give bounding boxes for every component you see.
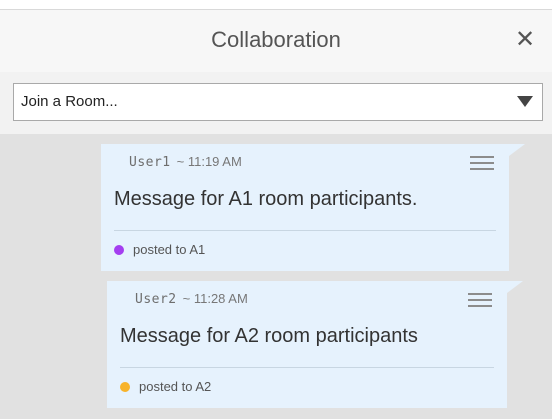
join-room-dropdown[interactable]: Join a Room... — [13, 83, 543, 121]
panel-header: Collaboration ✕ — [0, 10, 552, 72]
message-user: User2 — [135, 292, 177, 307]
menu-icon[interactable] — [468, 293, 492, 309]
message-card: User2 ~ 11:28 AM Message for A2 room part… — [107, 281, 523, 408]
message-time: ~ 11:28 AM — [182, 291, 248, 306]
message-text: Message for A1 room participants. — [114, 188, 418, 210]
message-meta: User2 ~ 11:28 AM — [135, 291, 248, 307]
message-divider — [114, 230, 496, 231]
posted-to-label: posted to A1 — [114, 242, 205, 257]
room-select-bar: Join a Room... — [0, 72, 552, 134]
posted-to-text: posted to A1 — [133, 242, 206, 257]
close-icon[interactable]: ✕ — [510, 25, 540, 55]
posted-to-label: posted to A2 — [120, 379, 211, 394]
room-color-dot — [114, 245, 124, 255]
posted-to-text: posted to A2 — [139, 379, 212, 394]
message-meta: User1 ~ 11:19 AM — [129, 154, 242, 170]
message-divider — [120, 367, 494, 368]
panel-title: Collaboration — [211, 27, 341, 52]
message-text: Message for A2 room participants — [120, 325, 418, 347]
collaboration-panel: Collaboration ✕ Join a Room... User1 ~ 11… — [0, 0, 552, 419]
message-feed[interactable]: User1 ~ 11:19 AM Message for A1 room part… — [0, 134, 552, 419]
caret-down-icon[interactable] — [517, 96, 533, 107]
message-time: ~ 11:19 AM — [176, 154, 242, 169]
message-user: User1 — [129, 155, 171, 170]
menu-icon[interactable] — [470, 156, 494, 172]
join-room-dropdown-value: Join a Room... — [21, 93, 118, 110]
message-card: User1 ~ 11:19 AM Message for A1 room part… — [101, 144, 525, 271]
room-color-dot — [120, 382, 130, 392]
